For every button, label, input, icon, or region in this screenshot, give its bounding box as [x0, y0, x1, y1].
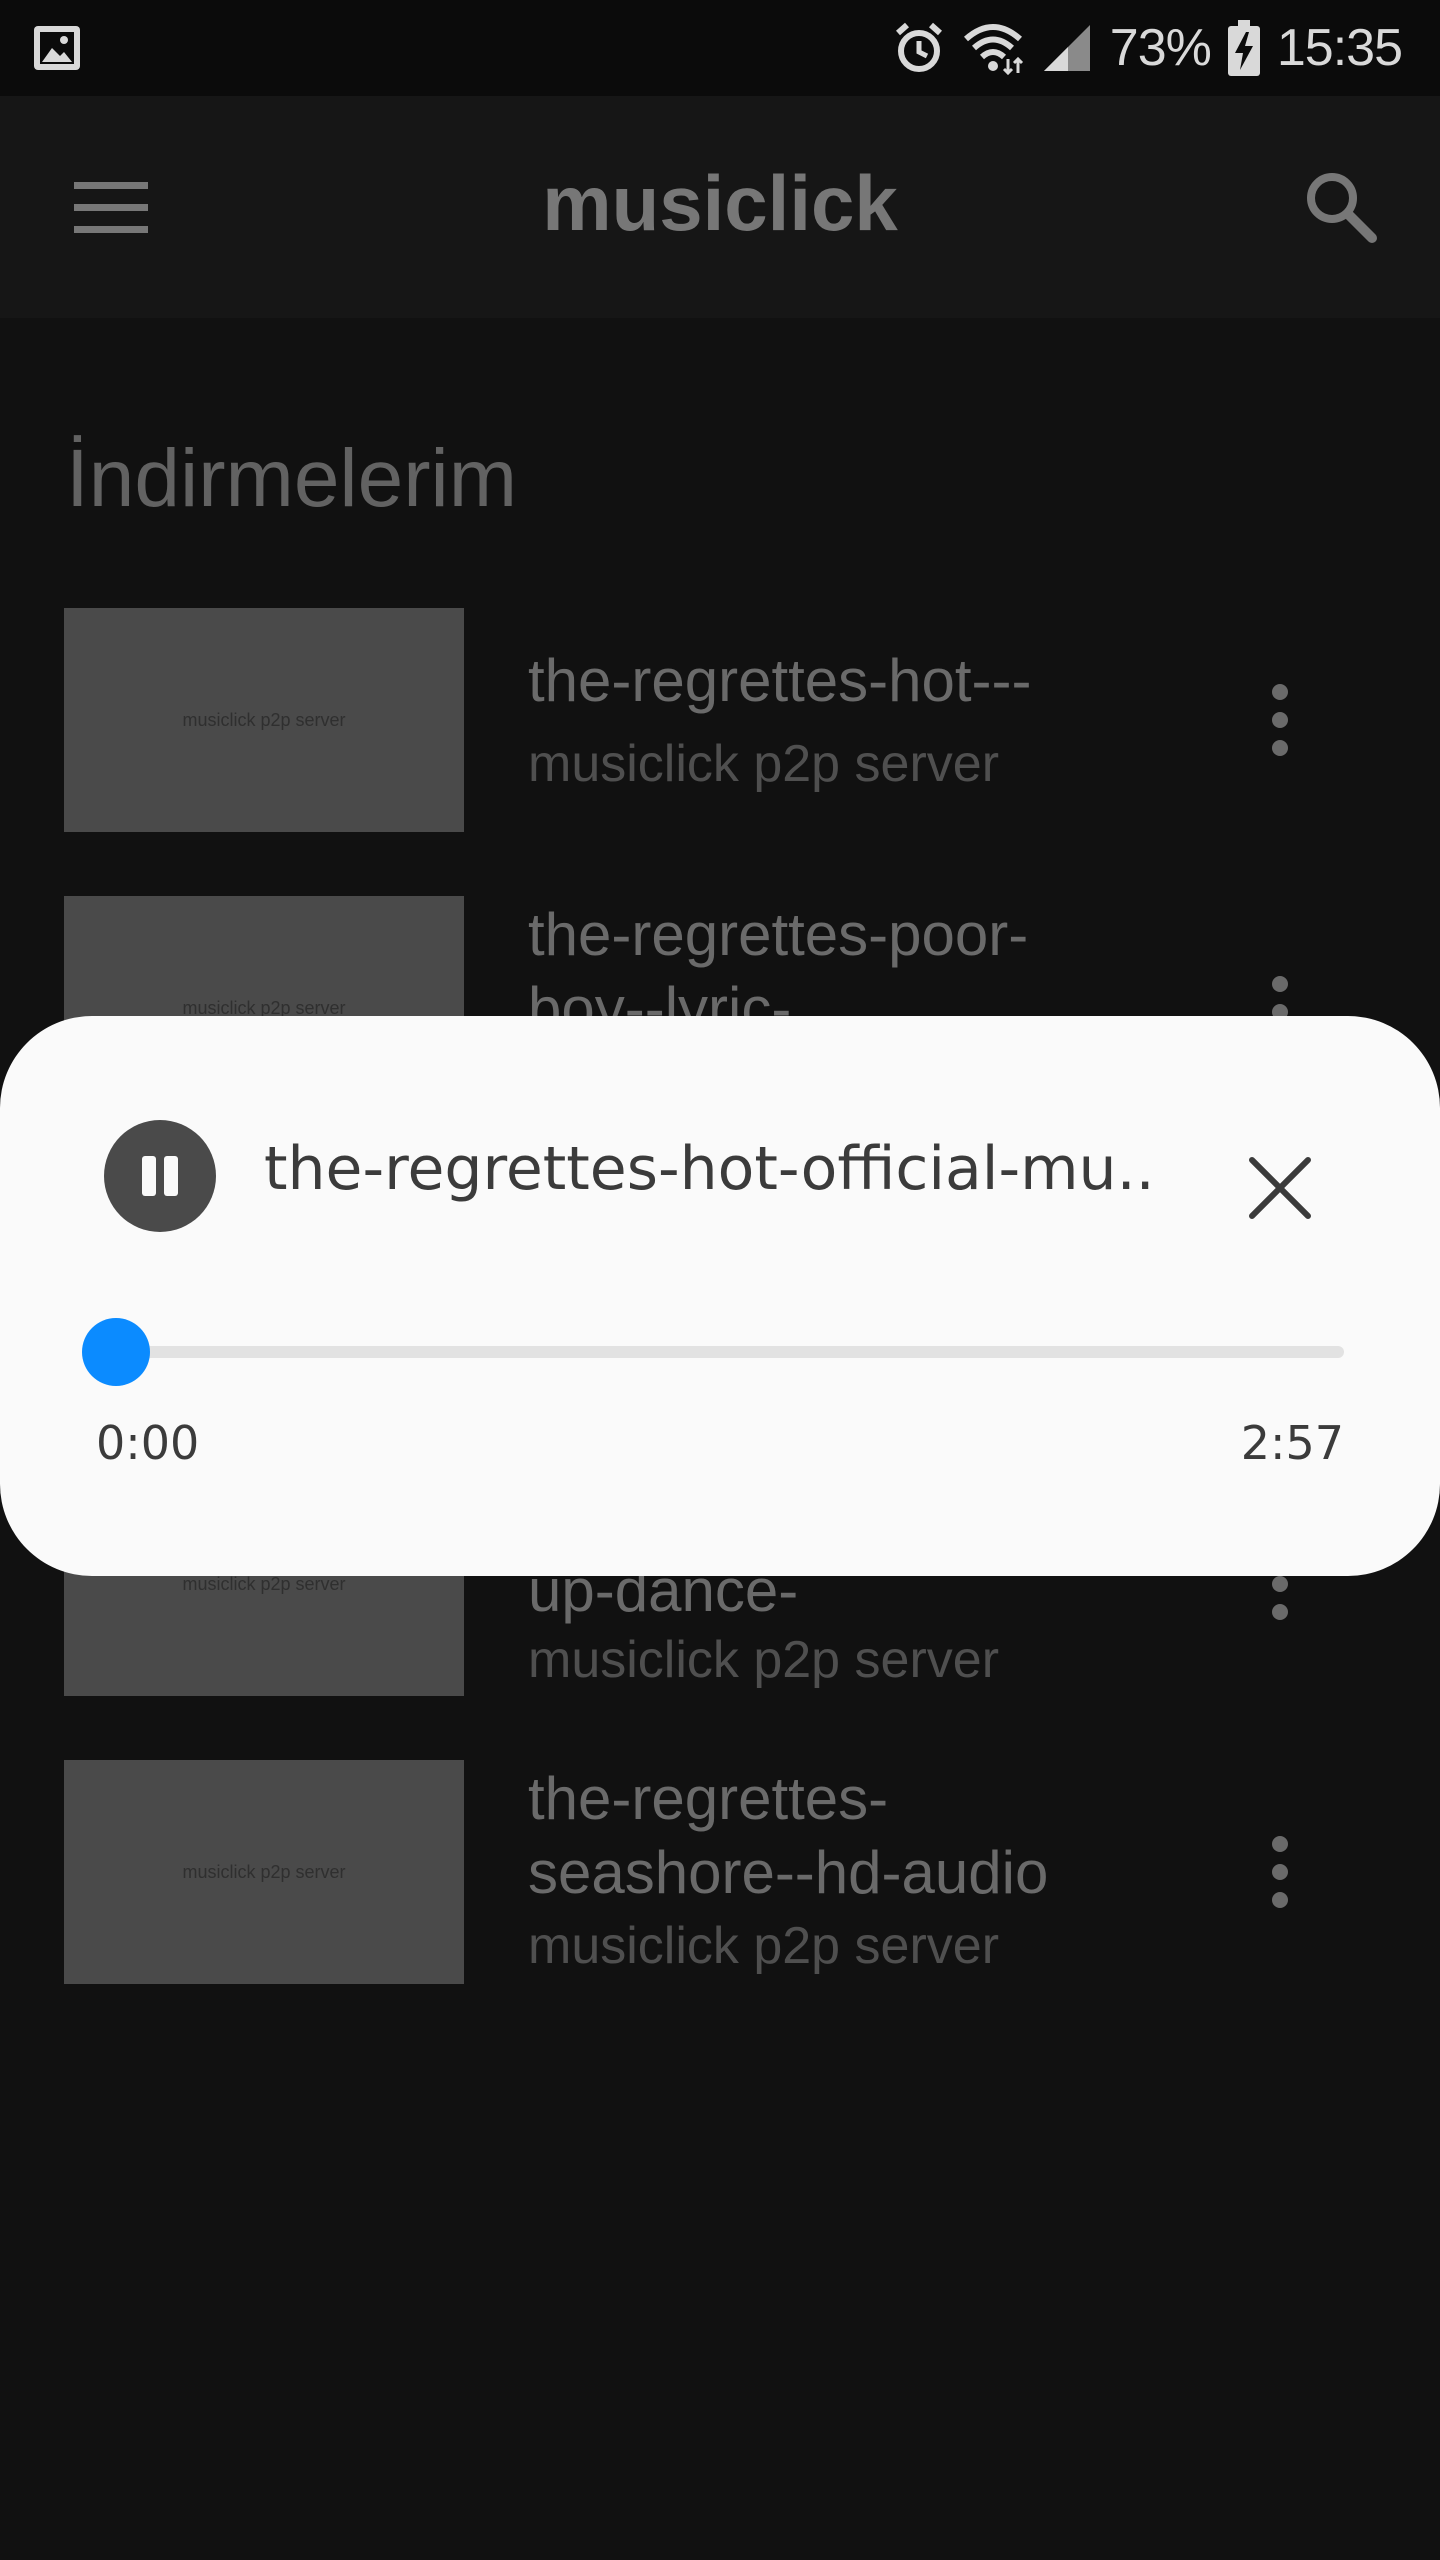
list-item[interactable]: musiclick p2p server the-regrettes-seash… — [0, 1760, 1440, 1984]
more-options-icon[interactable] — [1260, 1832, 1300, 1912]
pause-icon — [142, 1156, 156, 1196]
more-options-icon[interactable] — [1260, 680, 1300, 760]
battery-percentage: 73% — [1109, 19, 1212, 77]
signal-icon — [1043, 25, 1090, 71]
track-thumbnail: musiclick p2p server — [64, 608, 464, 832]
thumbnail-text: musiclick p2p server — [182, 709, 346, 730]
track-subtitle: musiclick p2p server — [528, 1917, 1000, 1975]
track-title: the-regrettes-seashore--hd-audio — [528, 1765, 1049, 1906]
image-icon — [34, 26, 80, 70]
track-subtitle: musiclick p2p server — [528, 1631, 1000, 1689]
wifi-icon — [963, 24, 1023, 75]
thumbnail-text: musiclick p2p server — [182, 1861, 346, 1882]
seek-bar-thumb[interactable] — [82, 1318, 150, 1386]
status-icons: 73% 15:35 — [892, 14, 1403, 82]
track-title: the-regrettes-hot--- — [528, 647, 1032, 714]
current-time: 0:00 — [96, 1416, 200, 1470]
status-bar: 73% 15:35 — [0, 0, 1440, 96]
app-bar: musiclick — [0, 96, 1440, 318]
seek-bar[interactable] — [116, 1346, 1344, 1358]
mini-player: the-regrettes-hot-official-mu.. 0:00 2:5… — [0, 1016, 1440, 1576]
clock: 15:35 — [1276, 19, 1403, 77]
list-item[interactable]: musiclick p2p server the-regrettes-hot--… — [0, 608, 1440, 832]
battery-charging-icon — [1227, 20, 1260, 76]
thumbnail-text: musiclick p2p server — [182, 1573, 346, 1594]
search-icon[interactable] — [1302, 168, 1378, 244]
total-time: 2:57 — [1240, 1416, 1344, 1470]
now-playing-title: the-regrettes-hot-official-mu.. — [264, 1134, 1155, 1204]
pause-icon — [164, 1156, 178, 1196]
pause-button[interactable] — [104, 1120, 216, 1232]
track-subtitle: musiclick p2p server — [528, 735, 1000, 793]
section-title: İndirmelerim — [66, 433, 518, 524]
app-title: musiclick — [542, 159, 898, 247]
alarm-icon — [895, 22, 942, 72]
close-icon[interactable] — [1248, 1156, 1312, 1220]
track-thumbnail: musiclick p2p server — [64, 1760, 464, 1984]
